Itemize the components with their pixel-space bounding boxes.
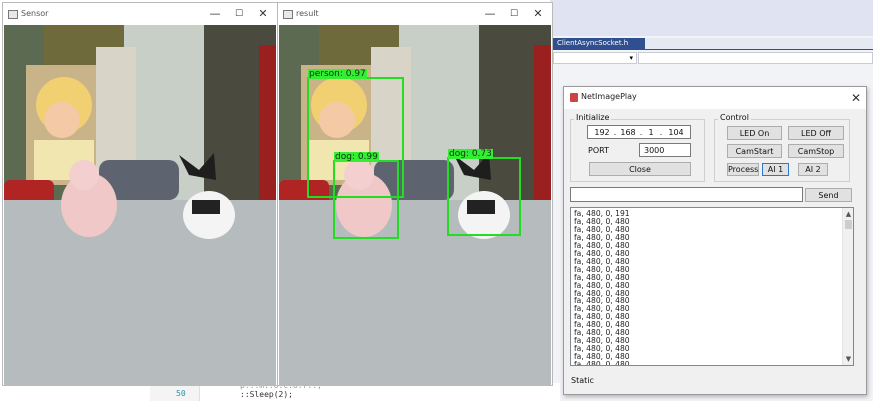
led-on-button[interactable]: LED On xyxy=(727,126,782,140)
ip-address-field[interactable]: 192 . 168 . 1 . 104 xyxy=(587,125,691,139)
ide-tab-clientasyncsocket[interactable]: ClientAsyncSocket.h xyxy=(553,38,645,49)
ip-octet-4: 104 xyxy=(668,128,684,137)
send-button[interactable]: Send xyxy=(805,188,852,202)
maximize-icon[interactable]: ☐ xyxy=(227,3,251,25)
log-scrollbar[interactable]: ▲ ▼ xyxy=(842,208,853,365)
send-text-input[interactable] xyxy=(570,187,803,202)
window-app-icon xyxy=(8,10,18,19)
initialize-group-label: Initialize xyxy=(574,113,612,122)
netimageplay-dialog: NetImagePlay ✕ Initialize 192 . 168 . 1 … xyxy=(563,86,867,395)
dialog-title-bar: NetImagePlay ✕ xyxy=(564,87,866,109)
ide-code-line: ::Sleep(2); xyxy=(240,390,293,399)
ide-toolbar-area xyxy=(550,0,873,36)
ip-dot: . xyxy=(659,128,663,137)
minimize-icon[interactable]: — xyxy=(478,3,502,25)
close-button[interactable]: Close xyxy=(589,162,691,176)
scroll-thumb[interactable] xyxy=(845,220,852,229)
sensor-title-bar: Sensor — ☐ ✕ xyxy=(3,3,277,25)
log-lines: fa, 480, 0, 191 fa, 480, 0, 480 fa, 480, 0… xyxy=(571,208,853,366)
detection-box-dog xyxy=(447,157,521,236)
result-window: result — ☐ ✕ person: 0.97 dog: 0.99 dog:… xyxy=(277,2,553,386)
close-icon[interactable]: ✕ xyxy=(847,89,865,107)
app-icon xyxy=(570,93,578,102)
detection-box-dog xyxy=(333,160,399,239)
ai1-button[interactable]: AI 1 xyxy=(762,163,789,176)
scroll-down-icon[interactable]: ▼ xyxy=(843,354,854,364)
port-field[interactable]: 3000 xyxy=(639,143,691,157)
process-button[interactable]: Process xyxy=(727,163,759,176)
ip-dot: . xyxy=(639,128,643,137)
detection-label-dog: dog: 0.99 xyxy=(334,152,379,162)
close-icon[interactable]: ✕ xyxy=(526,3,550,25)
cam-stop-button[interactable]: CamStop xyxy=(788,144,844,158)
control-group-label: Control xyxy=(718,113,751,122)
window-app-icon xyxy=(283,10,293,19)
log-line: fa, 480, 0, 480 xyxy=(574,360,630,366)
ip-octet-1: 192 xyxy=(594,128,610,137)
result-camera-image: person: 0.97 dog: 0.99 dog: 0.73 xyxy=(279,25,551,386)
ide-line-number: 50 xyxy=(176,389,186,398)
ip-octet-2: 168 xyxy=(620,128,636,137)
sensor-camera-image xyxy=(4,25,276,386)
log-listbox[interactable]: fa, 480, 0, 191 fa, 480, 0, 480 fa, 480, 0… xyxy=(570,207,854,366)
maximize-icon[interactable]: ☐ xyxy=(502,3,526,25)
cam-start-button[interactable]: CamStart xyxy=(727,144,782,158)
result-title-bar: result — ☐ ✕ xyxy=(278,3,552,25)
ide-member-combo[interactable] xyxy=(638,52,873,64)
result-window-title: result xyxy=(296,9,319,18)
ai2-button[interactable]: AI 2 xyxy=(798,163,828,176)
minimize-icon[interactable]: — xyxy=(203,3,227,25)
sensor-window-title: Sensor xyxy=(21,9,49,18)
ide-scope-combo[interactable]: ▾ xyxy=(553,52,637,64)
sensor-window: Sensor — ☐ ✕ xyxy=(2,2,278,386)
ip-octet-3: 1 xyxy=(648,128,654,137)
detection-label-dog: dog: 0.73 xyxy=(448,149,493,159)
ip-dot: . xyxy=(613,128,617,137)
close-icon[interactable]: ✕ xyxy=(251,3,275,25)
dialog-title: NetImagePlay xyxy=(581,92,637,101)
status-text: Static xyxy=(571,376,594,385)
port-label: PORT xyxy=(588,146,609,155)
detection-label-person: person: 0.97 xyxy=(308,69,367,79)
scroll-up-icon[interactable]: ▲ xyxy=(843,209,854,219)
led-off-button[interactable]: LED Off xyxy=(788,126,844,140)
